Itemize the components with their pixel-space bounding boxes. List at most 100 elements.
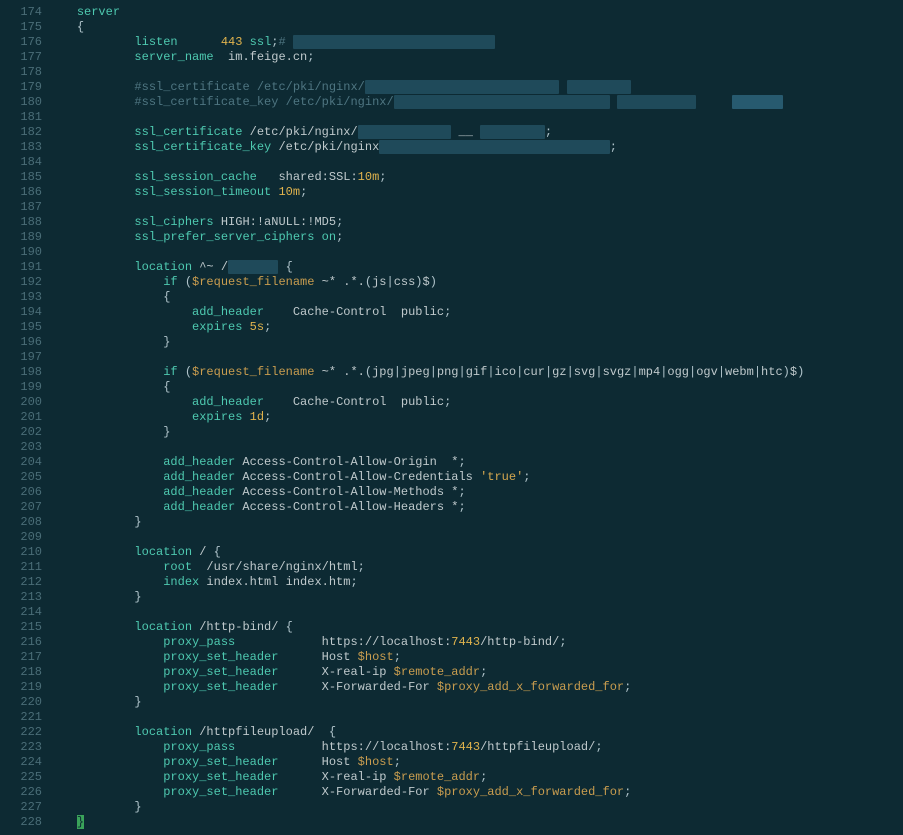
token: proxy_set_header bbox=[163, 785, 278, 799]
code-line[interactable]: } bbox=[48, 335, 903, 350]
token: ; bbox=[394, 755, 401, 769]
token: ; bbox=[624, 785, 631, 799]
code-line[interactable]: proxy_set_header X-real-ip $remote_addr; bbox=[48, 665, 903, 680]
token: } bbox=[134, 695, 141, 709]
code-line[interactable]: if ($request_filename ~* .*.(js|css)$) bbox=[48, 275, 903, 290]
code-line[interactable]: add_header Access-Control-Allow-Headers … bbox=[48, 500, 903, 515]
code-line[interactable]: add_header Access-Control-Allow-Origin *… bbox=[48, 455, 903, 470]
code-line[interactable]: server bbox=[48, 5, 903, 20]
token: { bbox=[77, 20, 84, 34]
token: ; bbox=[444, 395, 451, 409]
token: Access-Control-Allow-Headers * bbox=[235, 500, 458, 514]
code-line[interactable]: proxy_set_header Host $host; bbox=[48, 650, 903, 665]
token: im.feige.cn bbox=[228, 50, 307, 64]
code-line[interactable]: } bbox=[48, 515, 903, 530]
code-line[interactable]: index index.html index.htm; bbox=[48, 575, 903, 590]
token: ; bbox=[480, 665, 487, 679]
code-line[interactable] bbox=[48, 530, 903, 545]
code-line[interactable]: } bbox=[48, 425, 903, 440]
token bbox=[242, 35, 249, 49]
token: js bbox=[372, 275, 386, 289]
token: | bbox=[718, 365, 725, 379]
code-line[interactable] bbox=[48, 440, 903, 455]
code-line[interactable]: #ssl_certificate /etc/pki/nginx/ bbox=[48, 80, 903, 95]
code-line[interactable]: add_header Cache-Control public; bbox=[48, 305, 903, 320]
token: } bbox=[134, 590, 141, 604]
code-line[interactable] bbox=[48, 350, 903, 365]
token: mp4 bbox=[639, 365, 661, 379]
code-line[interactable]: { bbox=[48, 290, 903, 305]
code-editor[interactable]: 1741751761771781791801811821831841851861… bbox=[0, 0, 903, 835]
code-line[interactable] bbox=[48, 245, 903, 260]
token: ssl_session_cache bbox=[134, 170, 256, 184]
code-line[interactable]: location /http-bind/ { bbox=[48, 620, 903, 635]
line-number: 211 bbox=[0, 560, 42, 575]
code-line[interactable]: server_name im.feige.cn; bbox=[48, 50, 903, 65]
code-line[interactable]: listen 443 ssl;# bbox=[48, 35, 903, 50]
code-line[interactable]: expires 1d; bbox=[48, 410, 903, 425]
code-line[interactable]: ssl_certificate /etc/pki/nginx/ __ ; bbox=[48, 125, 903, 140]
code-line[interactable] bbox=[48, 110, 903, 125]
line-number: 228 bbox=[0, 815, 42, 830]
code-line[interactable]: ssl_ciphers HIGH:!aNULL:!MD5; bbox=[48, 215, 903, 230]
token: index bbox=[163, 575, 199, 589]
token: 1d bbox=[250, 410, 264, 424]
token: Cache-Control public bbox=[293, 305, 444, 319]
code-line[interactable]: { bbox=[48, 380, 903, 395]
code-line[interactable]: proxy_pass https://localhost:7443/http-b… bbox=[48, 635, 903, 650]
code-line[interactable]: proxy_set_header X-Forwarded-For $proxy_… bbox=[48, 680, 903, 695]
code-line[interactable]: location ^~ / { bbox=[48, 260, 903, 275]
token: server bbox=[77, 5, 120, 19]
code-line[interactable]: add_header Cache-Control public; bbox=[48, 395, 903, 410]
code-line[interactable]: { bbox=[48, 20, 903, 35]
token: proxy_set_header bbox=[163, 665, 278, 679]
token: $remote_addr bbox=[394, 665, 480, 679]
line-number: 185 bbox=[0, 170, 42, 185]
code-line[interactable] bbox=[48, 710, 903, 725]
code-line[interactable]: proxy_set_header X-Forwarded-For $proxy_… bbox=[48, 785, 903, 800]
code-line[interactable]: location / { bbox=[48, 545, 903, 560]
token: 7443 bbox=[451, 740, 480, 754]
token: $ bbox=[790, 365, 797, 379]
line-number: 201 bbox=[0, 410, 42, 425]
token: ; bbox=[300, 185, 307, 199]
code-line[interactable] bbox=[48, 155, 903, 170]
code-line[interactable]: ssl_prefer_server_ciphers on; bbox=[48, 230, 903, 245]
token: 10m bbox=[358, 170, 380, 184]
token: ) bbox=[430, 275, 437, 289]
code-line[interactable]: location /httpfileupload/ { bbox=[48, 725, 903, 740]
code-line[interactable] bbox=[48, 605, 903, 620]
code-line[interactable]: expires 5s; bbox=[48, 320, 903, 335]
line-number: 214 bbox=[0, 605, 42, 620]
token: ssl_session_timeout bbox=[134, 185, 271, 199]
code-line[interactable]: proxy_set_header Host $host; bbox=[48, 755, 903, 770]
code-line[interactable]: add_header Access-Control-Allow-Credenti… bbox=[48, 470, 903, 485]
line-number: 183 bbox=[0, 140, 42, 155]
token: HIGH:!aNULL:!MD5 bbox=[214, 215, 336, 229]
code-line[interactable]: } bbox=[48, 800, 903, 815]
code-line[interactable]: if ($request_filename ~* .*.(jpg|jpeg|pn… bbox=[48, 365, 903, 380]
token: ; bbox=[336, 215, 343, 229]
token bbox=[242, 320, 249, 334]
code-line[interactable] bbox=[48, 200, 903, 215]
token: ( bbox=[365, 275, 372, 289]
code-line[interactable]: proxy_set_header X-real-ip $remote_addr; bbox=[48, 770, 903, 785]
code-line[interactable]: ssl_session_timeout 10m; bbox=[48, 185, 903, 200]
code-line[interactable]: ssl_certificate_key /etc/pki/nginx ; bbox=[48, 140, 903, 155]
code-line[interactable]: ssl_session_cache shared:SSL:10m; bbox=[48, 170, 903, 185]
code-area[interactable]: server { listen 443 ssl;# server_name im… bbox=[48, 0, 903, 835]
code-line[interactable] bbox=[48, 65, 903, 80]
token: https://localhost: bbox=[322, 740, 452, 754]
token: Access-Control-Allow-Methods * bbox=[235, 485, 458, 499]
line-number: 174 bbox=[0, 5, 42, 20]
token: ( bbox=[365, 365, 372, 379]
token: ; bbox=[480, 770, 487, 784]
token: ) bbox=[415, 275, 422, 289]
code-line[interactable]: add_header Access-Control-Allow-Methods … bbox=[48, 485, 903, 500]
code-line[interactable]: } bbox=[48, 815, 903, 830]
code-line[interactable]: } bbox=[48, 695, 903, 710]
code-line[interactable]: #ssl_certificate_key /etc/pki/nginx/ bbox=[48, 95, 903, 110]
code-line[interactable]: proxy_pass https://localhost:7443/httpfi… bbox=[48, 740, 903, 755]
code-line[interactable]: } bbox=[48, 590, 903, 605]
code-line[interactable]: root /usr/share/nginx/html; bbox=[48, 560, 903, 575]
